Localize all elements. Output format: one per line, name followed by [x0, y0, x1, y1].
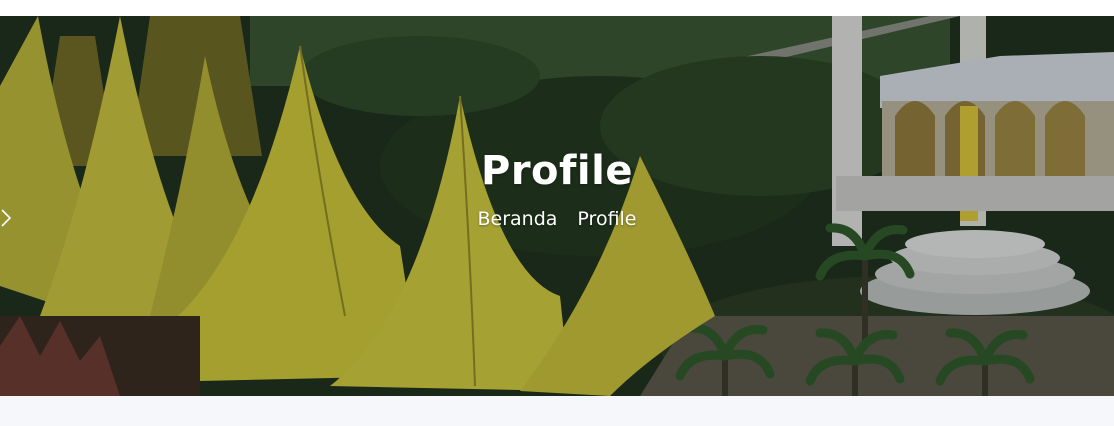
- page-title: Profile: [481, 148, 633, 194]
- content-area-top: [0, 396, 1114, 426]
- top-bar: [0, 0, 1114, 16]
- breadcrumb: Beranda Profile: [0, 208, 1114, 230]
- hero-banner: Profile Beranda Profile: [0, 16, 1114, 396]
- hero-content: Profile Beranda Profile: [0, 16, 1114, 396]
- breadcrumb-current: Profile: [577, 208, 637, 230]
- breadcrumb-home-link[interactable]: Beranda: [477, 208, 557, 230]
